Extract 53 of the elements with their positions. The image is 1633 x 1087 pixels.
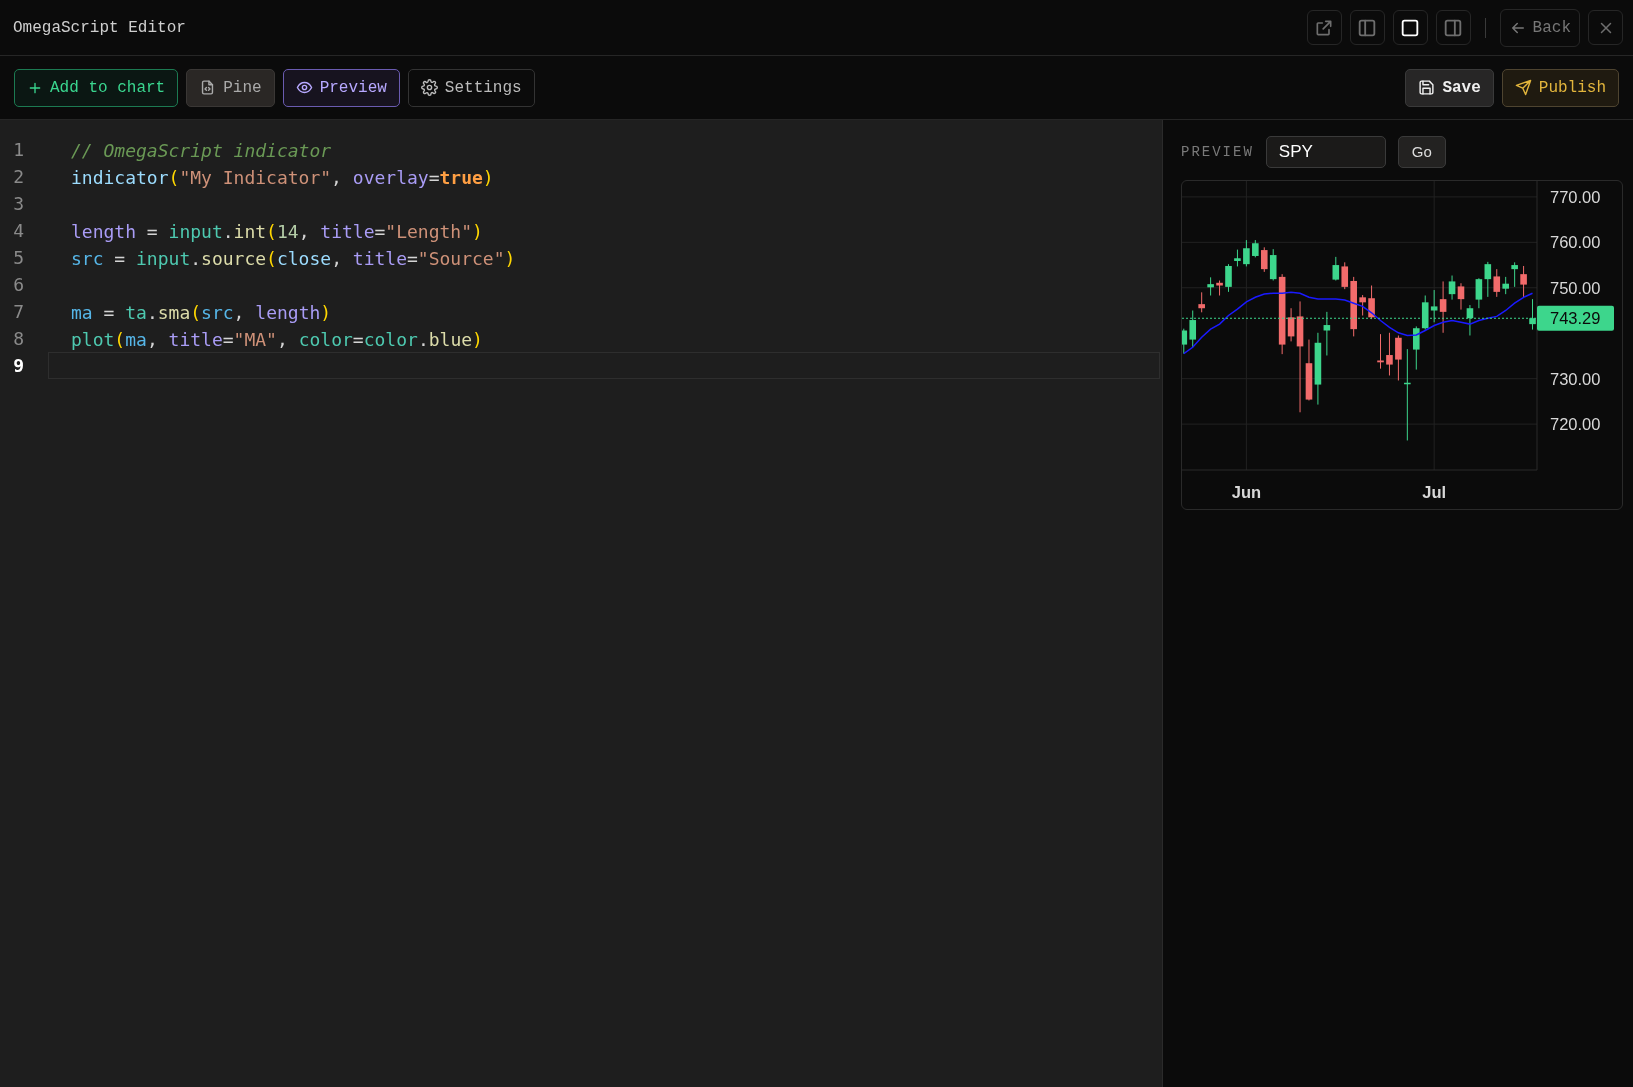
candlestick: [1243, 239, 1250, 267]
code-line: length = input.int(14, title="Length"): [70, 220, 484, 244]
candlestick: [1386, 332, 1393, 376]
axis-label: 760.00: [1550, 233, 1601, 252]
back-button[interactable]: Back: [1499, 8, 1580, 47]
file-button[interactable]: Pine: [186, 68, 275, 107]
gear-icon: [420, 79, 438, 96]
window-title: OmegaScript Editor: [13, 17, 186, 39]
axis-label: 720.00: [1550, 415, 1601, 434]
code-line: ma = ta.sma(src, length): [70, 301, 333, 325]
eye-icon: [295, 79, 313, 96]
candlestick: [1377, 333, 1384, 370]
axis-label: Jun: [1231, 483, 1262, 501]
candlestick: [1395, 335, 1402, 381]
publish-button[interactable]: Publish: [1501, 68, 1619, 107]
layout-button[interactable]: [1392, 10, 1428, 45]
axis-label: 730.00: [1550, 369, 1601, 388]
external-link-icon: [1314, 17, 1335, 38]
line-number: 4: [12, 219, 25, 243]
candlestick: [1520, 265, 1527, 298]
line-number: 5: [12, 246, 25, 270]
popout-button[interactable]: [1306, 10, 1342, 45]
paper-plane-icon: [1514, 79, 1532, 96]
code-line: indicator("My Indicator", overlay=true): [70, 166, 495, 190]
axis-label: 750.00: [1550, 278, 1601, 297]
add-button[interactable]: Add to chart: [14, 68, 179, 107]
candlestick: [1368, 285, 1375, 320]
price-tag: 743.29: [1537, 305, 1614, 331]
candlestick: [1529, 298, 1536, 331]
line-number: 3: [12, 192, 25, 216]
candlestick: [1359, 294, 1366, 316]
preview-label: PREVIEW: [1181, 142, 1254, 162]
go-button[interactable]: Go: [1397, 136, 1446, 168]
code-line: src = input.source(close, title="Source"): [70, 247, 517, 271]
line-number: 2: [12, 165, 25, 189]
line-number: 9: [12, 354, 25, 378]
candlestick: [1225, 263, 1232, 293]
eye-button[interactable]: Preview: [282, 68, 400, 107]
line-number: 7: [12, 300, 25, 324]
candlestick: [1216, 280, 1223, 296]
candlestick: [1207, 276, 1214, 296]
axis-label: 770.00: [1550, 187, 1601, 206]
axis-label: Jul: [1422, 483, 1447, 501]
code-line: // OmegaScript indicator: [70, 139, 333, 163]
line-number: 1: [12, 138, 25, 162]
save-button[interactable]: Save: [1405, 68, 1494, 107]
line-number: 6: [12, 273, 25, 297]
symbol-field[interactable]: SPY: [1265, 136, 1386, 168]
candlestick: [1511, 261, 1518, 288]
code-line: plot(ma, title="MA", color=color.blue): [70, 328, 484, 352]
line-number: 8: [12, 327, 25, 351]
gear-button[interactable]: Settings: [407, 68, 535, 107]
candlestick: [1234, 249, 1241, 267]
